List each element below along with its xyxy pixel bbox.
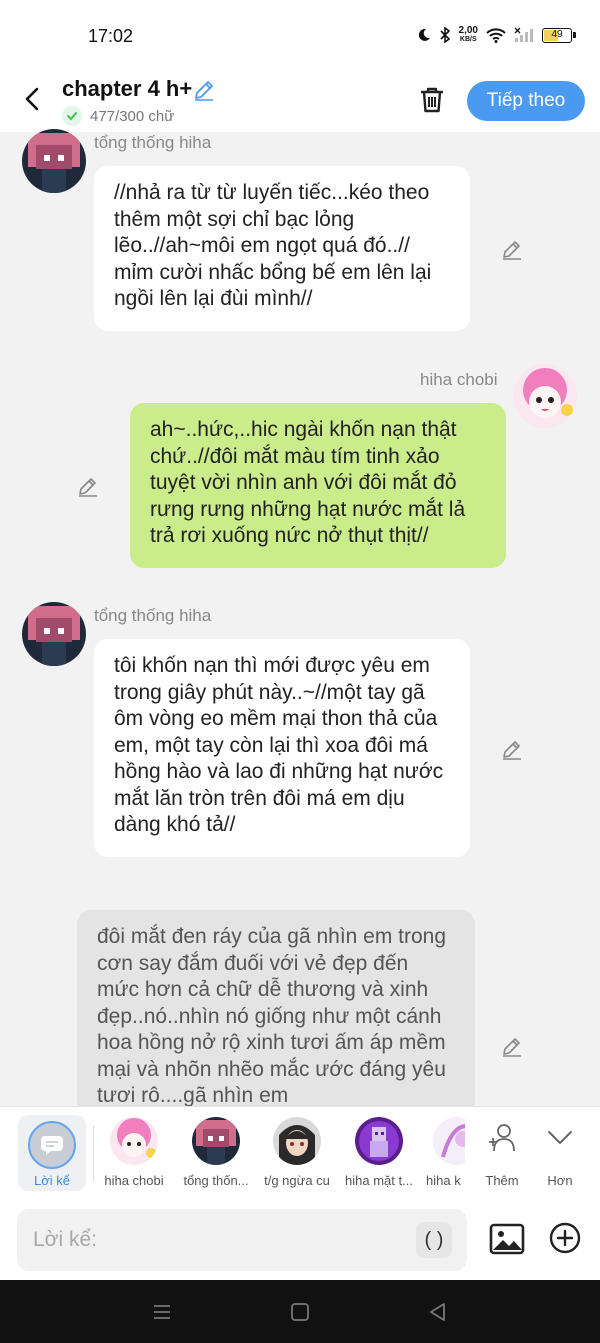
status-bar: 17:02 2,00 KB/S 49 [0,0,600,72]
menu-icon[interactable] [150,1300,174,1324]
add-character-button[interactable]: Thêm [477,1115,527,1195]
character-label: hiha mặt t... [345,1173,413,1188]
compose-area: ( ) [0,1200,600,1280]
word-count: 477/300 chữ [90,107,175,125]
message-bubble[interactable]: tôi khốn nạn thì mới được yêu em trong g… [94,639,470,857]
signal-icon [514,27,533,42]
pencil-icon[interactable] [500,237,524,261]
bluetooth-icon [439,27,450,43]
pencil-icon[interactable] [192,78,216,102]
avatar[interactable] [513,364,577,428]
narration-tab[interactable]: Lời kể [18,1115,86,1191]
narration-avatar [28,1121,76,1169]
system-nav-bar [0,1280,600,1343]
image-icon[interactable] [488,1220,526,1258]
pencil-icon[interactable] [500,1034,524,1058]
avatar [110,1117,158,1165]
message-bubble[interactable]: ah~..hức,..hic ngài khốn nạn thật chứ../… [130,403,506,568]
pencil-icon[interactable] [76,474,100,498]
character-item[interactable]: tổng thốn... [176,1115,256,1195]
chevron-down-icon [548,1131,572,1145]
chapter-title: chapter 4 h+ [62,76,193,101]
avatar [273,1117,321,1165]
net-speed-value: 2,00 [458,25,478,36]
message-bubble[interactable]: //nhả ra từ từ luyến tiếc...kéo theo thê… [94,166,470,331]
word-count-status: 477/300 chữ [62,106,174,126]
avatar[interactable] [22,129,86,193]
add-label: Thêm [485,1173,519,1188]
sender-name: hiha chobi [420,370,498,389]
next-button[interactable]: Tiếp theo [467,81,585,121]
sender-name: tổng thống hiha [94,133,212,152]
avatar [433,1117,465,1165]
plus-circle-icon[interactable] [548,1221,582,1255]
back-arrow-icon[interactable] [18,84,48,114]
more-button[interactable]: Hơn [535,1115,585,1195]
pencil-icon[interactable] [500,737,524,761]
character-label: tổng thốn... [183,1173,249,1188]
moon-icon [418,28,430,41]
character-item[interactable]: hiha chobi [94,1115,174,1195]
back-triangle-icon[interactable] [426,1300,450,1324]
wifi-icon [486,28,506,43]
more-label: Hơn [547,1173,573,1188]
character-bar: Lời kể hiha chobi tổng thốn... t/g ngừa … [0,1106,600,1200]
avatar[interactable] [22,602,86,666]
character-item[interactable]: t/g ngừa cu [257,1115,337,1195]
avatar [355,1117,403,1165]
message-input[interactable] [17,1209,467,1271]
chat-bubble-icon [41,1136,63,1155]
trash-icon[interactable] [416,84,448,116]
action-bracket-button[interactable]: ( ) [416,1222,452,1258]
narration-label: Lời kể [34,1173,70,1188]
status-icons: 2,00 KB/S 49 [417,26,576,44]
status-time: 17:02 [88,26,134,46]
chapter-header: chapter 4 h+ 477/300 chữ Tiếp theo [0,72,600,132]
home-icon[interactable] [288,1300,312,1324]
battery-icon: 49 [542,27,576,43]
character-item[interactable]: hiha mặt t... [339,1115,419,1195]
net-speed-unit: KB/S [459,36,477,43]
character-label: hiha k [426,1173,461,1188]
battery-level: 49 [551,28,563,40]
character-label: hiha chobi [104,1173,164,1188]
sender-name: tổng thống hiha [94,606,212,625]
check-icon [62,106,82,126]
character-label: t/g ngừa cu [264,1173,330,1188]
add-person-icon [489,1124,515,1152]
character-item[interactable]: hiha k [421,1115,465,1195]
net-speed: 2,00 KB/S [459,26,478,44]
avatar [192,1117,240,1165]
